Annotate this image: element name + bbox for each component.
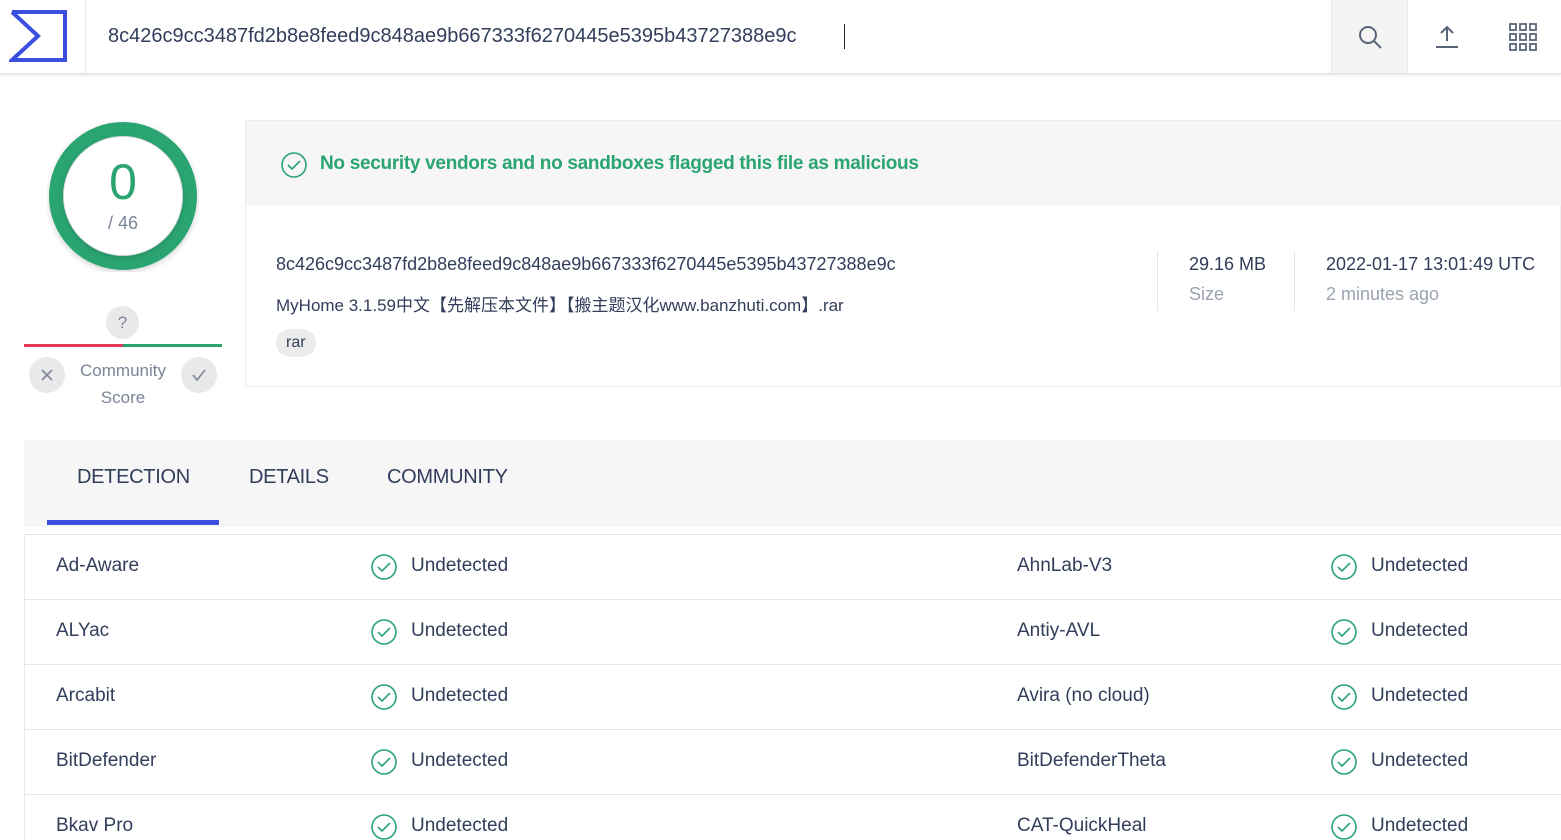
detection-count: 0 (109, 154, 137, 210)
vendor-name: CAT-QuickHeal (1017, 815, 1147, 836)
sigma-logo-icon[interactable] (0, 0, 86, 73)
active-tab-indicator (47, 520, 219, 525)
check-circle-icon (1331, 554, 1357, 580)
analysis-relative-time: 2 minutes ago (1326, 284, 1440, 304)
vendor-name: AhnLab-V3 (1017, 555, 1113, 576)
table-row: Ad-Aware Undetected AhnLab-V3 Undetected (25, 535, 1561, 600)
table-row: ALYac Undetected Antiy-AVL Undetected (25, 600, 1561, 665)
vote-harmful-button[interactable] (29, 357, 65, 393)
file-summary-panel: No security vendors and no sandboxes fla… (245, 120, 1561, 387)
vendor-name: BitDefender (56, 750, 157, 771)
check-circle-icon (371, 684, 397, 710)
community-score-bar-negative (24, 344, 123, 347)
check-circle-icon (371, 554, 397, 580)
check-circle-icon (1331, 749, 1357, 775)
vendor-name: Antiy-AVL (1017, 620, 1101, 641)
vendor-name: ALYac (56, 620, 110, 641)
table-row: Bkav Pro Undetected CAT-QuickHeal Undete… (25, 795, 1561, 840)
file-size-value: 29.16 MB (1189, 254, 1267, 274)
detection-total: / 46 (107, 213, 139, 233)
detection-result: Undetected (1371, 685, 1469, 706)
check-circle-icon (371, 749, 397, 775)
tab-community[interactable]: COMMUNITY (387, 466, 508, 489)
analysis-date: 2022-01-17 13:01:49 UTC (1326, 254, 1536, 274)
top-bar (0, 0, 1561, 74)
tab-details[interactable]: DETAILS (249, 466, 329, 489)
text-caret (844, 24, 845, 49)
search-input[interactable] (86, 0, 1331, 73)
detection-table: Ad-Aware Undetected AhnLab-V3 Undetected… (24, 534, 1561, 840)
vendor-name: Arcabit (56, 685, 116, 706)
apps-grid-icon (1509, 22, 1537, 51)
divider (1157, 251, 1158, 311)
upload-button[interactable] (1408, 0, 1485, 73)
file-hash[interactable]: 8c426c9cc3487fd2b8e8feed9c848ae9b667333f… (276, 254, 896, 275)
check-circle-icon (1331, 619, 1357, 645)
table-row: Arcabit Undetected Avira (no cloud) Unde… (25, 665, 1561, 730)
verdict-message: No security vendors and no sandboxes fla… (320, 153, 919, 174)
vote-harmless-button[interactable] (181, 357, 217, 393)
vendor-name: Bkav Pro (56, 815, 134, 836)
vendor-name: Ad-Aware (56, 555, 140, 576)
detection-result: Undetected (411, 620, 509, 641)
check-circle-icon (1331, 814, 1357, 840)
close-icon (41, 369, 53, 381)
verdict-banner: No security vendors and no sandboxes fla… (246, 121, 1561, 206)
detection-result: Undetected (411, 685, 509, 706)
detection-result: Undetected (1371, 620, 1469, 641)
vendor-name: BitDefenderTheta (1017, 750, 1166, 771)
detection-result: Undetected (1371, 555, 1469, 576)
file-name: MyHome 3.1.59中文【先解压本文件】【搬主题汉化www.banzhut… (276, 296, 844, 315)
detection-result: Undetected (411, 750, 509, 771)
community-score-bar-positive (123, 344, 222, 347)
check-circle-icon (1331, 684, 1357, 710)
search-button[interactable] (1331, 0, 1408, 73)
tab-bar: DETECTION DETAILS COMMUNITY (24, 440, 1561, 527)
check-circle-icon (371, 619, 397, 645)
file-type-tag[interactable]: rar (276, 329, 316, 357)
detection-result: Undetected (411, 815, 509, 836)
detection-result: Undetected (1371, 750, 1469, 771)
community-score-pointer (118, 334, 128, 340)
detection-result: Undetected (411, 555, 509, 576)
tab-detection[interactable]: DETECTION (77, 466, 190, 489)
search-icon (1358, 25, 1382, 49)
apps-menu-button[interactable] (1485, 0, 1561, 73)
divider (1294, 251, 1295, 311)
detection-result: Undetected (1371, 815, 1469, 836)
checkmark-icon (192, 369, 206, 382)
upload-icon (1435, 25, 1458, 48)
community-score-label: Community Score (80, 361, 166, 407)
check-circle-icon (281, 152, 307, 178)
vendor-name: Avira (no cloud) (1017, 685, 1150, 706)
table-row: BitDefender Undetected BitDefenderTheta … (25, 730, 1561, 795)
check-circle-icon (371, 814, 397, 840)
file-size-label: Size (1189, 284, 1225, 304)
